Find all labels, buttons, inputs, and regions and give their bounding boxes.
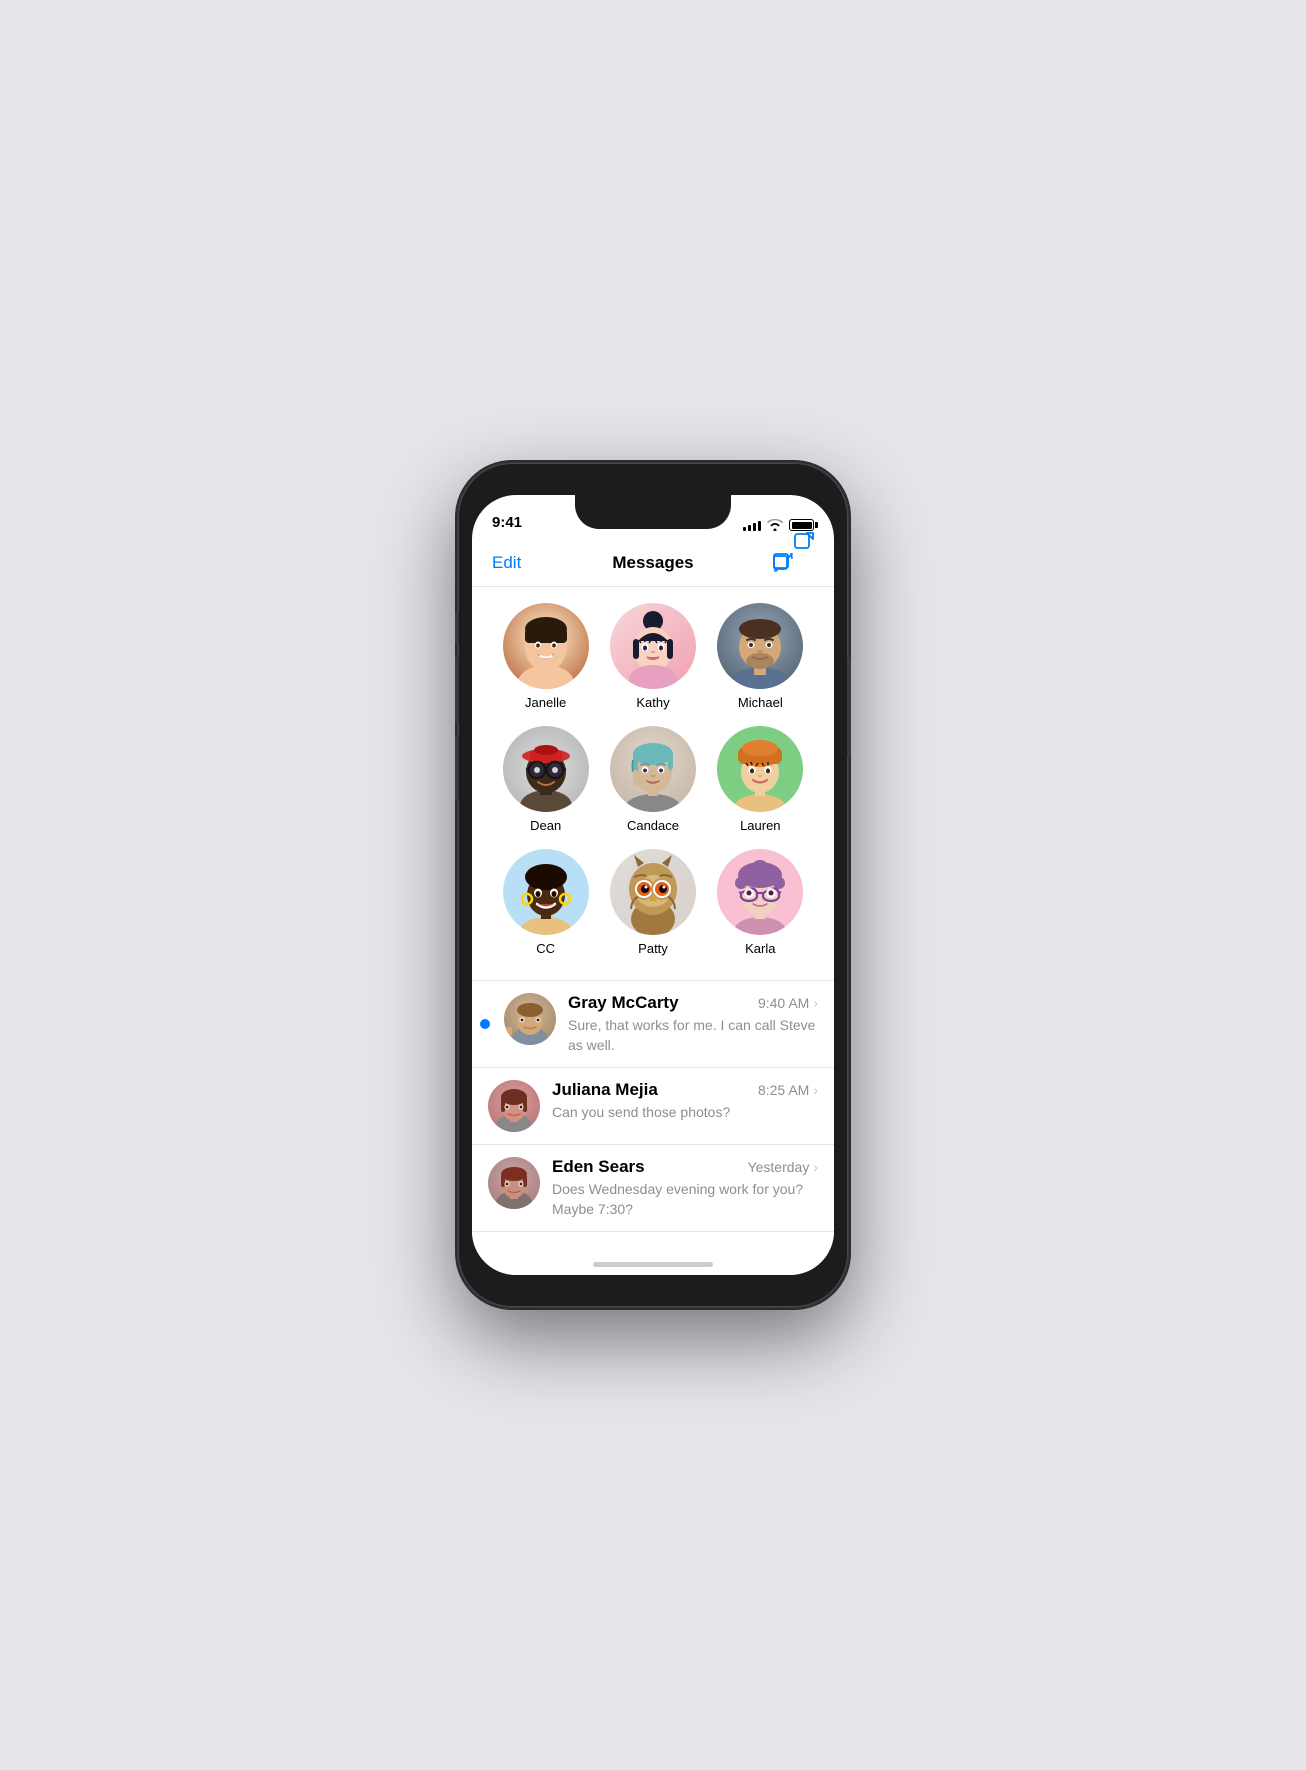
gray-mc-avatar-art <box>504 993 556 1045</box>
contact-name-michael: Michael <box>738 695 783 710</box>
janelle-avatar-art <box>503 603 589 689</box>
pinned-row-1: Janelle <box>472 603 834 710</box>
avatar-candace <box>610 726 696 812</box>
contact-name-dean: Dean <box>530 818 561 833</box>
contact-name-patty: Patty <box>638 941 668 956</box>
message-time-gray: 9:40 AM › <box>758 995 818 1011</box>
pinned-contact-cc[interactable]: CC <box>503 849 589 956</box>
message-preview-eden: Does Wednesday evening work for you? May… <box>552 1180 818 1219</box>
candace-avatar-art <box>610 726 696 812</box>
signal-bar-2 <box>748 525 751 531</box>
power-button[interactable] <box>847 657 851 757</box>
cc-avatar-art <box>503 849 589 935</box>
avatar-juliana <box>488 1080 540 1132</box>
avatar-michael <box>717 603 803 689</box>
message-header-gray: Gray McCarty 9:40 AM › <box>568 993 818 1013</box>
message-preview-juliana: Can you send those photos? <box>552 1103 818 1123</box>
kathy-avatar-art <box>610 603 696 689</box>
unread-indicator <box>480 1019 490 1029</box>
content-area: Janelle <box>472 587 834 1241</box>
avatar-dean <box>503 726 589 812</box>
pinned-contact-lauren[interactable]: Lauren <box>717 726 803 833</box>
avatar-karla <box>717 849 803 935</box>
contact-name-karla: Karla <box>745 941 775 956</box>
contact-name-cc: CC <box>536 941 555 956</box>
volume-down-button[interactable] <box>455 735 459 801</box>
notch <box>575 495 731 529</box>
pinned-contact-dean[interactable]: Dean <box>503 726 589 833</box>
message-content-gray: Gray McCarty 9:40 AM › Sure, that works … <box>568 993 818 1055</box>
chevron-icon: › <box>813 1159 818 1175</box>
avatar-kathy <box>610 603 696 689</box>
message-content-juliana: Juliana Mejia 8:25 AM › Can you send tho… <box>552 1080 818 1123</box>
message-time-eden: Yesterday › <box>748 1159 818 1175</box>
message-name-eden: Eden Sears <box>552 1157 645 1177</box>
avatar-gray-mc <box>504 993 556 1045</box>
pinned-contact-janelle[interactable]: Janelle <box>503 603 589 710</box>
juliana-avatar-art <box>488 1080 540 1132</box>
message-name-gray: Gray McCarty <box>568 993 679 1013</box>
nav-bar: Edit Messages <box>472 539 834 587</box>
contact-name-kathy: Kathy <box>636 695 669 710</box>
edit-button[interactable]: Edit <box>492 553 599 573</box>
message-item-juliana[interactable]: Juliana Mejia 8:25 AM › Can you send tho… <box>472 1068 834 1145</box>
home-bar <box>593 1262 713 1267</box>
avatar-lauren <box>717 726 803 812</box>
avatar-eden <box>488 1157 540 1209</box>
compose-button[interactable] <box>707 552 814 574</box>
pinned-contact-patty[interactable]: Patty <box>610 849 696 956</box>
message-item-gray[interactable]: Gray McCarty 9:40 AM › Sure, that works … <box>472 981 834 1068</box>
pinned-contact-karla[interactable]: Karla <box>717 849 803 956</box>
message-header-eden: Eden Sears Yesterday › <box>552 1157 818 1177</box>
volume-up-button[interactable] <box>455 657 459 723</box>
signal-bar-3 <box>753 523 756 531</box>
compose-icon <box>772 552 794 574</box>
message-list: Gray McCarty 9:40 AM › Sure, that works … <box>472 980 834 1241</box>
pinned-row-3: CC <box>472 849 834 956</box>
phone-frame: 9:41 Edit Messag <box>458 463 848 1307</box>
message-content-eden: Eden Sears Yesterday › Does Wednesday ev… <box>552 1157 818 1219</box>
message-item-eden[interactable]: Eden Sears Yesterday › Does Wednesday ev… <box>472 1145 834 1232</box>
message-header-juliana: Juliana Mejia 8:25 AM › <box>552 1080 818 1100</box>
pinned-contact-kathy[interactable]: Kathy <box>610 603 696 710</box>
karla-avatar-art <box>717 849 803 935</box>
message-time-juliana: 8:25 AM › <box>758 1082 818 1098</box>
michael-avatar-art <box>717 603 803 689</box>
mute-button[interactable] <box>455 611 459 645</box>
patty-avatar-art <box>610 849 696 935</box>
chevron-icon: › <box>813 995 818 1011</box>
contact-name-lauren: Lauren <box>740 818 780 833</box>
screen: 9:41 Edit Messag <box>472 495 834 1275</box>
message-preview-gray: Sure, that works for me. I can call Stev… <box>568 1016 818 1055</box>
signal-bar-1 <box>743 527 746 531</box>
eden-avatar-art <box>488 1157 540 1209</box>
signal-bar-4 <box>758 521 761 531</box>
status-icons <box>743 519 814 531</box>
pinned-contacts-section: Janelle <box>472 587 834 980</box>
contact-name-janelle: Janelle <box>525 695 566 710</box>
battery-fill <box>792 522 812 529</box>
signal-icon <box>743 519 761 531</box>
battery-icon <box>789 519 814 531</box>
pinned-contact-candace[interactable]: Candace <box>610 726 696 833</box>
pinned-row-2: Dean <box>472 726 834 833</box>
dean-avatar-art <box>503 726 589 812</box>
message-name-juliana: Juliana Mejia <box>552 1080 658 1100</box>
avatar-cc <box>503 849 589 935</box>
avatar-patty <box>610 849 696 935</box>
lauren-avatar-art <box>717 726 803 812</box>
page-title: Messages <box>599 553 706 573</box>
wifi-icon <box>767 519 783 531</box>
message-item-richard[interactable]: Richard Howarth Yesterday › Wow, that's … <box>472 1232 834 1241</box>
avatar-janelle <box>503 603 589 689</box>
contact-name-candace: Candace <box>627 818 679 833</box>
pinned-contact-michael[interactable]: Michael <box>717 603 803 710</box>
chevron-icon: › <box>813 1082 818 1098</box>
home-indicator[interactable] <box>472 1241 834 1275</box>
